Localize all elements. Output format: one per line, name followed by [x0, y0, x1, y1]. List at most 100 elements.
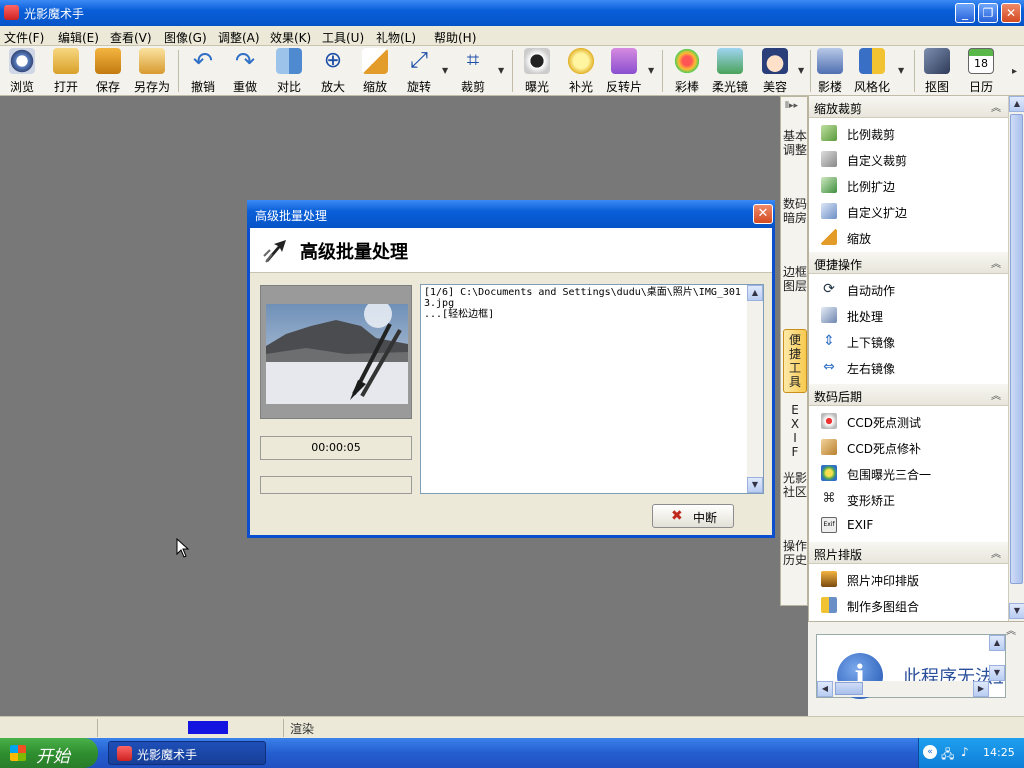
scroll-up-button[interactable]: ▲ — [1009, 96, 1024, 112]
undo-button[interactable]: ↶ 撤销 — [186, 48, 220, 94]
start-button[interactable]: 开始 — [0, 738, 98, 768]
crop-dropdown[interactable]: ▼ — [498, 66, 504, 75]
beauty-dropdown[interactable]: ▼ — [798, 66, 804, 75]
preview-scroll-up[interactable]: ▲ — [989, 635, 1005, 651]
preview-hscroll-thumb[interactable] — [835, 682, 863, 695]
magnifier-icon: ⊕ — [323, 48, 343, 73]
stop-button[interactable]: ✖ 中断 — [652, 504, 734, 528]
collapse-chevron-icon[interactable]: ︽ — [991, 255, 1001, 270]
taskbar-app-button[interactable]: 光影魔术手 — [108, 741, 266, 765]
clock[interactable]: 14:25 — [983, 746, 1015, 759]
preview-scroll-down[interactable]: ▼ — [989, 665, 1005, 681]
film-dropdown[interactable]: ▼ — [648, 66, 654, 75]
face-icon — [762, 48, 788, 74]
batch-arrow-icon — [263, 240, 286, 263]
dialog-heading: 高级批量处理 — [300, 242, 408, 263]
stylize-button[interactable]: 风格化 — [852, 48, 892, 94]
tray-expand-icon[interactable]: « — [923, 745, 937, 759]
rotate-button[interactable]: ⤢ 旋转 — [402, 48, 436, 94]
color-stick-button[interactable]: 彩棒 — [670, 48, 704, 94]
tab-basic-adjust[interactable]: 基本调整 — [783, 129, 807, 157]
toolbar-separator — [178, 50, 179, 92]
tab-border-layer[interactable]: 边框图层 — [783, 265, 807, 293]
browse-button[interactable]: 浏览 — [4, 48, 40, 94]
taskbar: 开始 光影魔术手 « 🖧 ♪ 14:25 — [0, 738, 1024, 768]
resize-button[interactable]: 缩放 — [358, 48, 392, 94]
exposure-icon — [524, 48, 550, 74]
save-as-button[interactable]: 另存为 — [132, 48, 172, 94]
log-textarea[interactable]: [1/6] C:\Documents and Settings\dudu\桌面\… — [420, 284, 764, 494]
collapse-panel-icon[interactable]: ⦀▸▸ — [785, 101, 798, 111]
reversal-film-button[interactable]: 反转片 — [604, 48, 644, 94]
exposure-button[interactable]: 曝光 — [520, 48, 554, 94]
section-digital-post[interactable]: 数码后期 ︽ — [809, 384, 1009, 406]
menu-gifts[interactable]: 礼物(L) — [376, 29, 416, 46]
status-progress-bar — [188, 721, 228, 734]
menu-tools[interactable]: 工具(U) — [322, 29, 364, 46]
soft-focus-button[interactable]: 柔光镜 — [710, 48, 750, 94]
menu-image[interactable]: 图像(G) — [164, 29, 207, 46]
restore-button[interactable]: ❐ — [978, 3, 998, 23]
collage-icon — [821, 597, 837, 613]
section-crop-resize[interactable]: 缩放裁剪 ︽ — [809, 96, 1009, 118]
collapse-chevron-icon[interactable]: ︽ — [1006, 622, 1016, 637]
log-scrollbar[interactable]: ▲ ▼ — [747, 285, 763, 493]
redo-button[interactable]: ↷ 重做 — [228, 48, 262, 94]
open-button[interactable]: 打开 — [50, 48, 82, 94]
preview-hscrollbar[interactable]: ◀ ▶ — [817, 681, 989, 697]
tab-digital-darkroom[interactable]: 数码暗房 — [783, 197, 807, 225]
rotate-icon: ⤢ — [410, 48, 428, 73]
preview-scroll-left[interactable]: ◀ — [817, 681, 833, 697]
menu-help[interactable]: 帮助(H) — [434, 29, 476, 46]
film-icon — [611, 48, 637, 74]
rotate-dropdown[interactable]: ▼ — [442, 66, 448, 75]
menu-adjust[interactable]: 调整(A) — [218, 29, 260, 46]
beauty-button[interactable]: 美容 — [758, 48, 792, 94]
collapse-chevron-icon[interactable]: ︽ — [991, 99, 1001, 114]
fill-light-button[interactable]: 补光 — [564, 48, 598, 94]
menu-effects[interactable]: 效果(K) — [270, 29, 311, 46]
app-icon — [117, 746, 132, 761]
stylize-dropdown[interactable]: ▼ — [898, 66, 904, 75]
tab-history[interactable]: 操作历史 — [783, 539, 807, 567]
collapse-chevron-icon[interactable]: ︽ — [991, 545, 1001, 560]
save-button[interactable]: 保存 — [92, 48, 124, 94]
log-scroll-down[interactable]: ▼ — [747, 477, 763, 493]
compare-button[interactable]: 对比 — [272, 48, 306, 94]
menu-edit[interactable]: 编辑(E) — [58, 29, 99, 46]
scroll-thumb[interactable] — [1010, 114, 1023, 584]
dialog-close-button[interactable]: ✕ — [753, 204, 773, 224]
cutout-button[interactable]: 抠图 — [920, 48, 954, 94]
close-button[interactable]: ✕ — [1001, 3, 1021, 23]
section-quick-ops[interactable]: 便捷操作 ︽ — [809, 252, 1009, 274]
menu-file[interactable]: 文件(F) — [4, 29, 44, 46]
dialog-title-bar[interactable]: 高级批量处理 ✕ — [247, 200, 775, 228]
scroll-down-button[interactable]: ▼ — [1009, 603, 1024, 619]
resize-icon — [362, 48, 388, 74]
ccd-test-icon — [821, 413, 837, 429]
minimize-button[interactable]: _ — [955, 3, 975, 23]
section-photo-layout[interactable]: 照片排版 ︽ — [809, 542, 1009, 564]
tab-quick-tools[interactable]: 便捷工具 — [783, 329, 807, 393]
preview-scroll-right[interactable]: ▶ — [973, 681, 989, 697]
panel-scrollbar[interactable]: ▲ ▼ — [1008, 96, 1024, 621]
calendar-button[interactable]: 18 日历 — [964, 48, 998, 94]
studio-button[interactable]: 影楼 — [814, 48, 846, 94]
hdr-icon — [821, 465, 837, 481]
collapse-chevron-icon[interactable]: ︽ — [991, 387, 1001, 402]
network-icon[interactable]: 🖧 — [941, 745, 954, 766]
app-title-bar[interactable]: 光影魔术手 _ ❐ ✕ — [0, 0, 1024, 26]
system-tray: « 🖧 ♪ 14:25 — [918, 738, 1024, 768]
toolbar-more-arrow[interactable]: ▸ — [1012, 66, 1017, 77]
log-scroll-up[interactable]: ▲ — [747, 285, 763, 301]
vertical-tab-strip: ⦀▸▸ 基本调整 数码暗房 边框图层 便捷工具 EXIF 光影社区 操作历史 — [780, 96, 808, 606]
tab-exif[interactable]: EXIF — [790, 403, 800, 459]
tools-panel: 缩放裁剪 ︽ 比例裁剪 自定义裁剪 比例扩边 自定义扩边 缩放 便捷操作 ︽ ⟳ 自动… — [808, 96, 1009, 621]
tab-community[interactable]: 光影社区 — [783, 471, 807, 499]
zoom-in-button[interactable]: ⊕ 放大 — [316, 48, 350, 94]
crop-ratio-icon — [821, 125, 837, 141]
volume-icon[interactable]: ♪ — [961, 745, 969, 759]
save-icon — [95, 48, 121, 74]
menu-view[interactable]: 查看(V) — [110, 29, 152, 46]
crop-button[interactable]: ⌗ 裁剪 — [456, 48, 490, 94]
